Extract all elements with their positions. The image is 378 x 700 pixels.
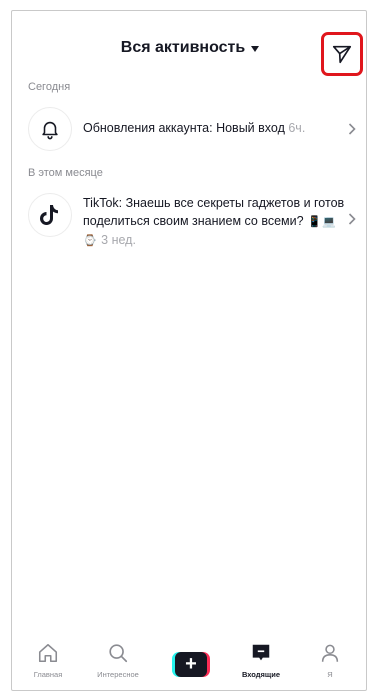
nav-label-inbox: Входящие: [241, 670, 281, 679]
plus-icon: +: [185, 652, 197, 675]
nav-label-discover: Интересное: [97, 670, 139, 679]
notification-title: Обновления аккаунта:: [83, 121, 213, 135]
notification-time: 3 нед.: [97, 233, 136, 247]
home-icon: [36, 641, 60, 665]
chevron-right-icon: [346, 123, 358, 135]
tiktok-logo-icon: [40, 205, 58, 225]
nav-label-home: Главная: [33, 670, 63, 679]
activity-filter-dropdown[interactable]: Вся активность: [120, 39, 260, 57]
notification-message: Новый вход: [212, 121, 285, 135]
search-icon: [106, 641, 130, 665]
nav-inbox[interactable]: Входящие: [231, 641, 291, 685]
notification-account-updates[interactable]: Обновления аккаунта: Новый вход 6ч.: [12, 105, 368, 153]
activity-header: Вся активность: [12, 31, 368, 76]
app-frame: Вся активность Сегодня Обновления аккаун…: [11, 10, 367, 691]
bottom-navigation: Главная Интересное + Входящие Я: [12, 635, 368, 691]
notification-tiktok[interactable]: TikTok: Знаешь все секреты гаджетов и го…: [12, 191, 368, 253]
nav-label-me: Я: [327, 670, 333, 679]
notification-title: TikTok:: [83, 196, 123, 210]
send-icon: [332, 45, 352, 64]
notification-text: Обновления аккаунта: Новый вход 6ч.: [83, 119, 345, 137]
chevron-right-icon: [346, 213, 358, 225]
avatar: [28, 193, 72, 237]
section-label-today: Сегодня: [28, 81, 71, 93]
nav-discover[interactable]: Интересное: [88, 641, 148, 685]
inbox-icon: [249, 641, 273, 665]
bell-icon: [42, 121, 58, 140]
avatar: [28, 107, 72, 151]
section-label-this-month: В этом месяце: [28, 167, 103, 179]
page-title: Вся активность: [120, 39, 246, 56]
profile-icon: [318, 641, 342, 665]
direct-messages-button[interactable]: [328, 40, 356, 68]
create-video-button[interactable]: +: [172, 652, 210, 677]
notification-text: TikTok: Знаешь все секреты гаджетов и го…: [83, 194, 345, 250]
nav-home[interactable]: Главная: [18, 641, 78, 685]
notification-time: 6ч.: [288, 121, 306, 135]
caret-down-icon: [251, 46, 260, 52]
nav-profile[interactable]: Я: [300, 641, 360, 685]
